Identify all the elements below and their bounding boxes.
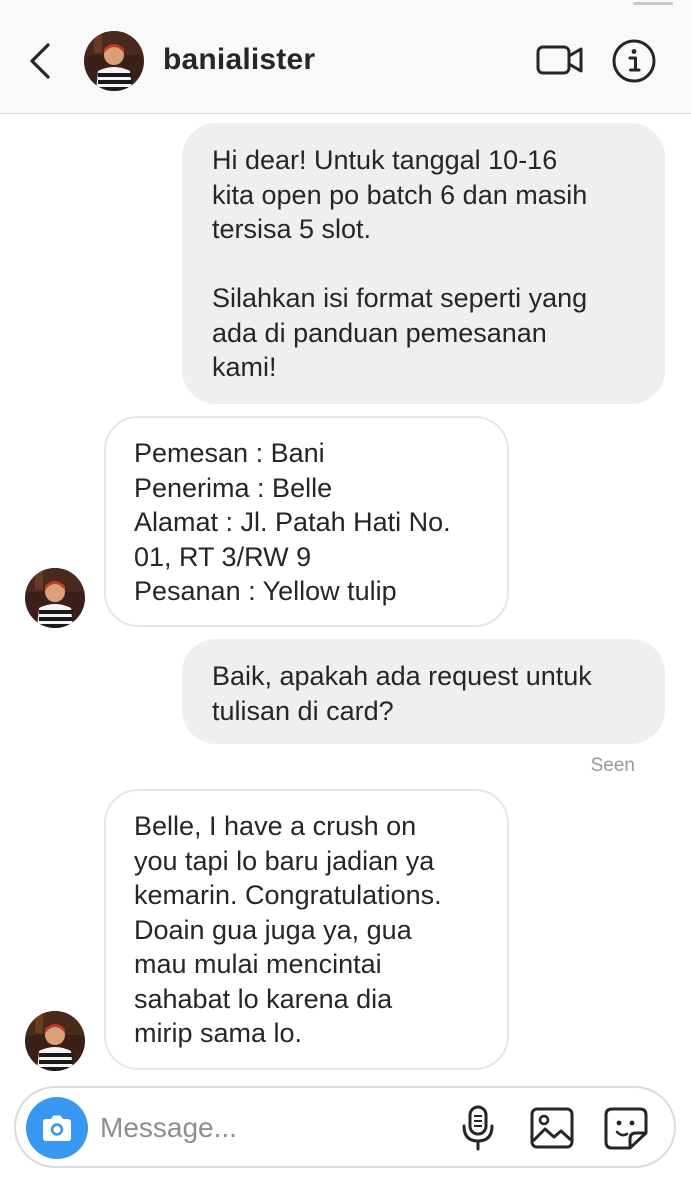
info-button[interactable] — [611, 38, 657, 84]
chevron-left-icon — [30, 43, 50, 79]
status-strip — [633, 2, 673, 5]
message-input[interactable] — [100, 1106, 440, 1150]
sticker-icon — [604, 1107, 648, 1150]
camera-button[interactable] — [26, 1097, 88, 1159]
incoming-message-bubble[interactable]: Belle, I have a crush on you tapi lo bar… — [104, 789, 509, 1070]
image-icon — [530, 1107, 574, 1149]
chat-header: banialister — [0, 0, 691, 114]
sender-avatar[interactable] — [25, 568, 85, 628]
video-call-button[interactable] — [536, 40, 584, 80]
outgoing-message-bubble[interactable]: Hi dear! Untuk tanggal 10-16 kita open p… — [182, 123, 665, 404]
message-composer — [14, 1086, 676, 1168]
gallery-button[interactable] — [528, 1105, 576, 1151]
profile-photo — [84, 31, 144, 91]
camera-icon — [43, 1115, 71, 1141]
chat-username[interactable]: banialister — [163, 40, 315, 80]
sender-avatar[interactable] — [25, 1011, 85, 1071]
sticker-button[interactable] — [602, 1105, 650, 1151]
microphone-icon — [462, 1105, 494, 1151]
incoming-message-bubble[interactable]: Pemesan : Bani Penerima : Belle Alamat :… — [104, 416, 509, 627]
profile-photo — [25, 568, 85, 628]
info-icon — [612, 39, 656, 83]
video-camera-icon — [536, 45, 583, 75]
voice-message-button[interactable] — [458, 1104, 498, 1152]
avatar[interactable] — [84, 31, 144, 91]
outgoing-message-bubble[interactable]: Baik, apakah ada request untuk tulisan d… — [182, 639, 665, 744]
profile-photo — [25, 1011, 85, 1071]
back-button[interactable] — [22, 38, 58, 84]
seen-indicator: Seen — [590, 755, 635, 776]
